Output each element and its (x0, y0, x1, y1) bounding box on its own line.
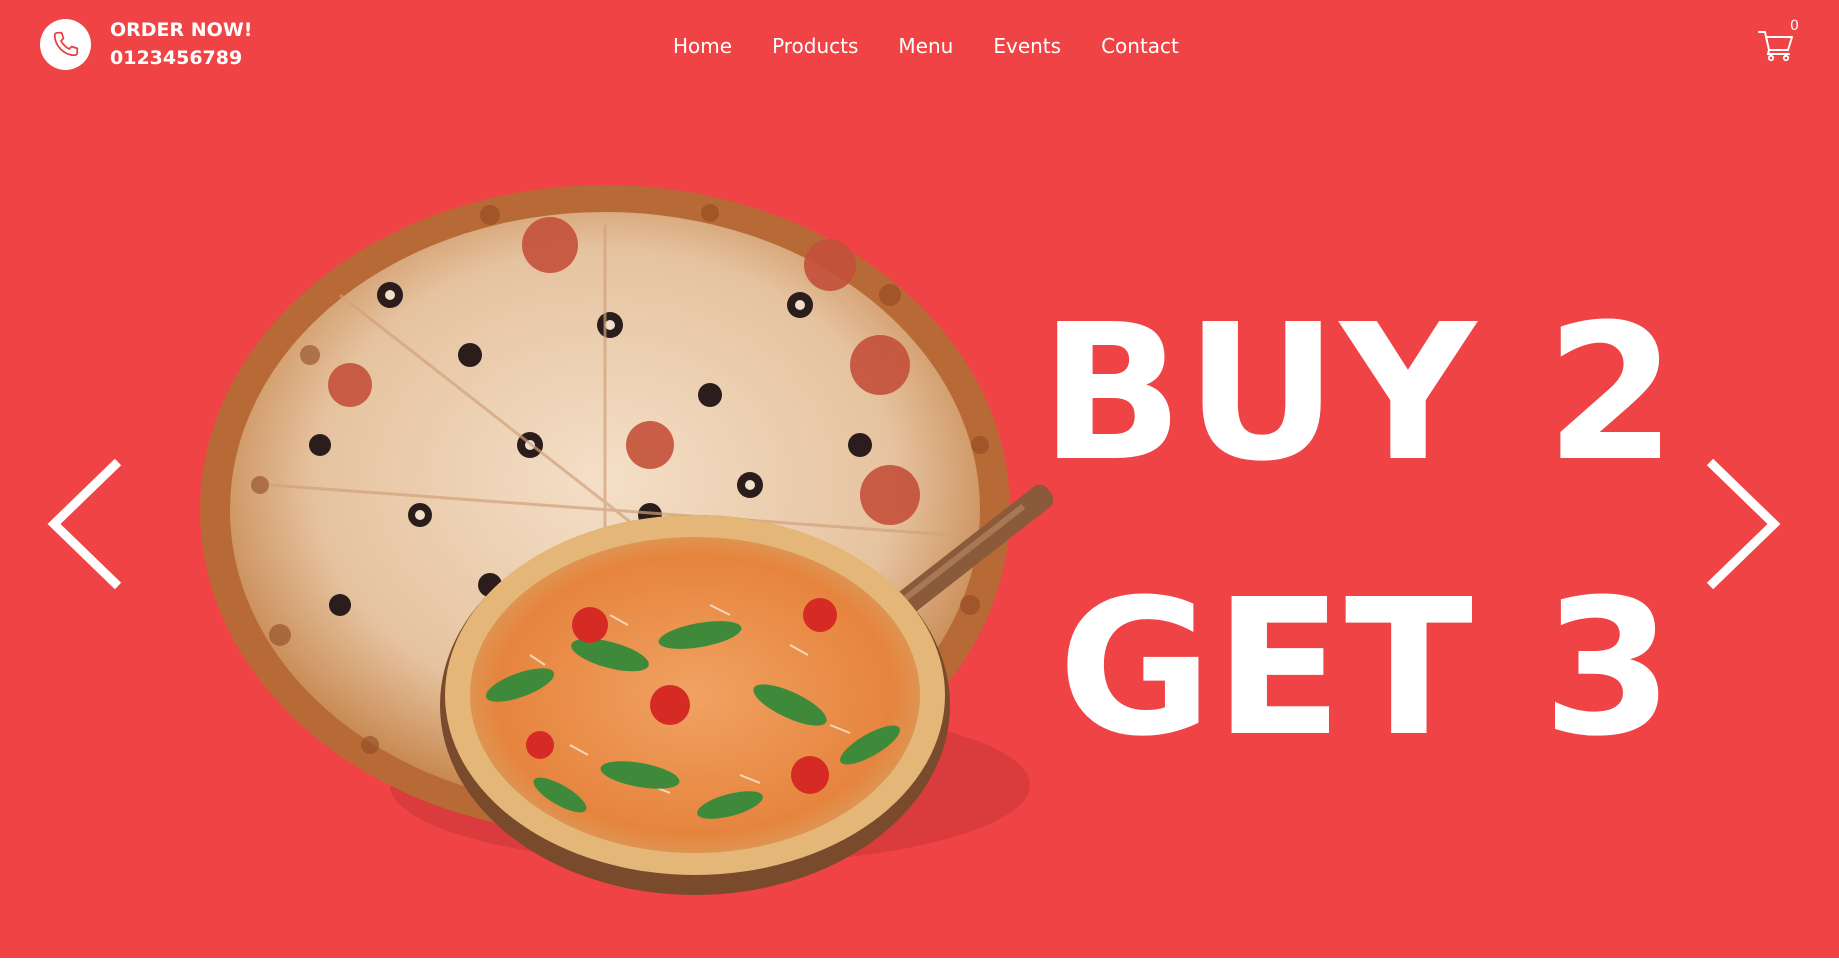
hero-banner: ORDER NOW! 0123456789 Home Products Menu… (0, 0, 1839, 958)
main-nav: Home Products Menu Events Contact (673, 34, 1179, 58)
contact-text: ORDER NOW! 0123456789 (110, 16, 252, 72)
nav-products[interactable]: Products (772, 34, 858, 58)
chevron-left-icon[interactable] (46, 458, 126, 590)
nav-events[interactable]: Events (993, 34, 1061, 58)
cart-count-badge: 0 (1790, 18, 1799, 34)
order-contact[interactable]: ORDER NOW! 0123456789 (40, 16, 252, 72)
chevron-right-icon[interactable] (1702, 458, 1782, 590)
nav-menu[interactable]: Menu (898, 34, 953, 58)
order-now-label: ORDER NOW! (110, 19, 253, 41)
promo-line-1: BUY 2 (1040, 284, 1679, 503)
phone-icon (53, 31, 78, 57)
cart-icon[interactable] (1758, 28, 1794, 62)
pizza-image (200, 185, 1054, 895)
nav-contact[interactable]: Contact (1101, 34, 1179, 58)
nav-home[interactable]: Home (673, 34, 732, 58)
phone-number[interactable]: 0123456789 (110, 44, 252, 72)
promo-line-2: GET 3 (1058, 559, 1676, 778)
page-divider (0, 958, 1839, 962)
phone-badge[interactable] (40, 18, 91, 70)
